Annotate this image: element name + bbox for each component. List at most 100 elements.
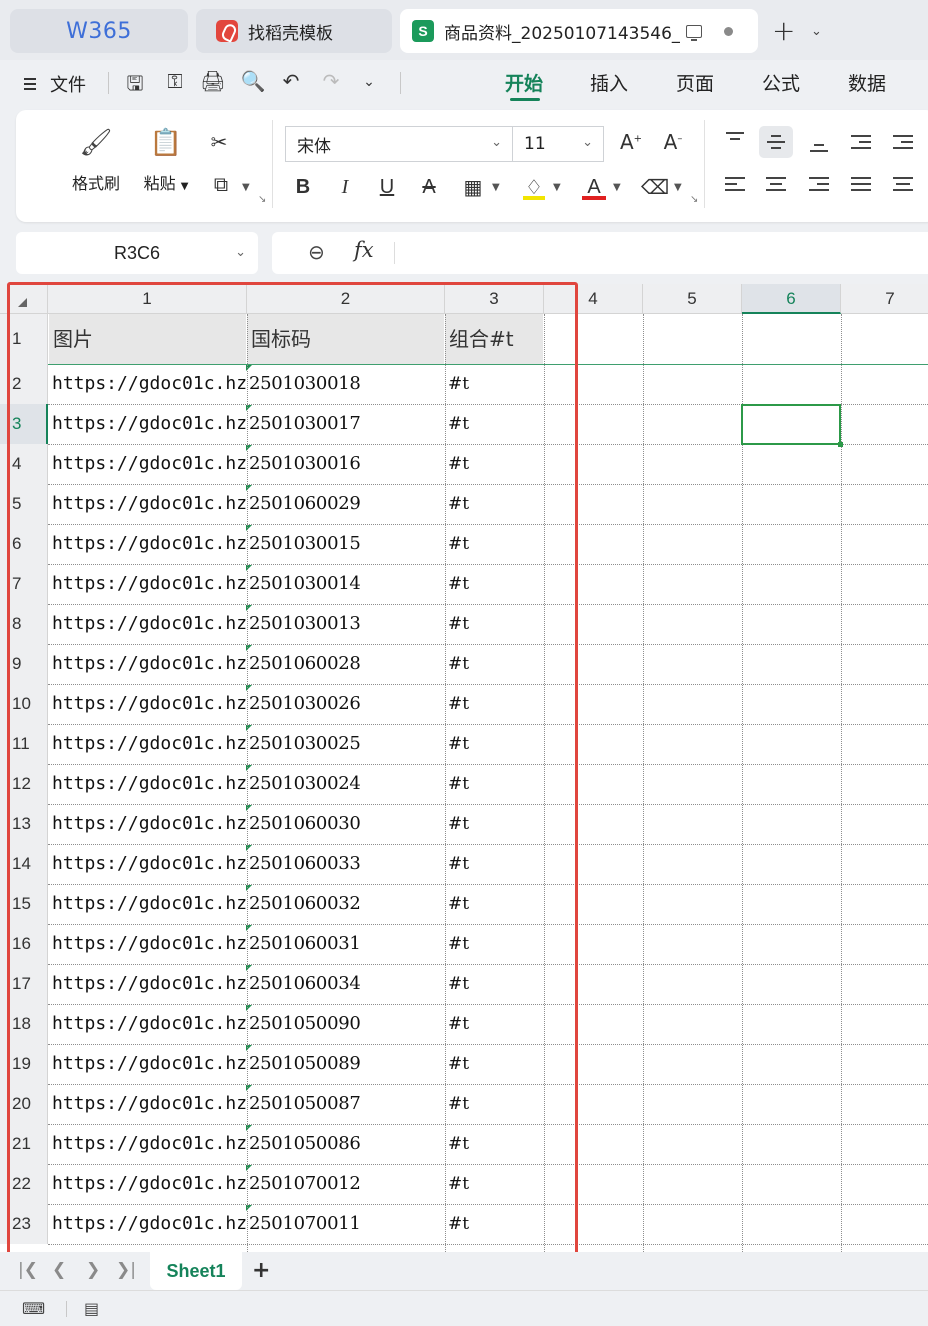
sheet-view-icon[interactable]: ▤ bbox=[84, 1299, 99, 1318]
combo-tag-cell[interactable]: #t bbox=[445, 604, 543, 644]
combo-tag-cell[interactable]: #t bbox=[445, 564, 543, 604]
row-header[interactable]: 8 bbox=[0, 604, 48, 644]
align-left-icon[interactable] bbox=[718, 168, 752, 200]
combo-tag-cell[interactable]: #t bbox=[445, 444, 543, 484]
gb-code-cell[interactable]: 2501050086 bbox=[247, 1124, 444, 1164]
combo-tag-cell[interactable]: #t bbox=[445, 364, 543, 404]
column-header[interactable]: 7 bbox=[841, 284, 928, 314]
gb-code-cell[interactable]: 2501060028 bbox=[247, 644, 444, 684]
border-icon[interactable]: ▦ bbox=[458, 172, 488, 202]
row-header[interactable]: 14 bbox=[0, 844, 48, 884]
gb-code-cell[interactable]: 2501030026 bbox=[247, 684, 444, 724]
cut-icon[interactable]: ✂ bbox=[205, 130, 233, 154]
save-icon[interactable]: 🖫 bbox=[122, 69, 148, 103]
column-header[interactable]: 3 bbox=[445, 284, 544, 314]
gb-code-cell[interactable]: 2501030015 bbox=[247, 524, 444, 564]
font-launcher-icon[interactable]: ↘ bbox=[690, 194, 698, 205]
gb-code-cell[interactable]: 2501060031 bbox=[247, 924, 444, 964]
print-icon[interactable]: 🖨 bbox=[200, 69, 226, 93]
image-url-cell[interactable]: https://gdoc01c.hz bbox=[49, 524, 246, 564]
export-icon[interactable]: ⚿ bbox=[162, 69, 188, 93]
image-url-cell[interactable]: https://gdoc01c.hz bbox=[49, 604, 246, 644]
image-url-cell[interactable]: https://gdoc01c.hz bbox=[49, 444, 246, 484]
column-header-selected[interactable]: 6 bbox=[742, 284, 841, 314]
monitor-icon[interactable] bbox=[686, 24, 702, 41]
gb-code-cell[interactable]: 2501050090 bbox=[247, 1004, 444, 1044]
image-url-cell[interactable]: https://gdoc01c.hz bbox=[49, 804, 246, 844]
row-header[interactable]: 6 bbox=[0, 524, 48, 564]
align-top-icon[interactable] bbox=[718, 126, 752, 158]
gb-code-cell[interactable]: 2501060029 bbox=[247, 484, 444, 524]
gb-code-cell[interactable]: 2501060030 bbox=[247, 804, 444, 844]
row-header[interactable]: 21 bbox=[0, 1124, 48, 1164]
row-header[interactable]: 1 bbox=[0, 314, 48, 364]
strikethrough-icon[interactable]: A bbox=[414, 172, 444, 202]
decrease-font-icon[interactable]: A– bbox=[659, 130, 687, 154]
combo-tag-cell[interactable]: #t bbox=[445, 804, 543, 844]
zoom-out-icon[interactable]: ⊖ bbox=[308, 240, 325, 264]
print-preview-icon[interactable]: 🔍 bbox=[240, 69, 266, 93]
last-sheet-icon[interactable]: ❯| bbox=[116, 1260, 136, 1280]
row-header[interactable]: 18 bbox=[0, 1004, 48, 1044]
row-header[interactable]: 11 bbox=[0, 724, 48, 764]
row-header[interactable]: 16 bbox=[0, 924, 48, 964]
active-cell-R3C6[interactable] bbox=[741, 404, 843, 447]
gb-code-cell[interactable]: 2501060034 bbox=[247, 964, 444, 1004]
next-sheet-icon[interactable]: ❯ bbox=[86, 1260, 100, 1280]
combo-tag-cell[interactable]: #t bbox=[445, 484, 543, 524]
row-header[interactable]: 5 bbox=[0, 484, 48, 524]
row-header[interactable]: 2 bbox=[0, 364, 48, 404]
combo-tag-cell[interactable]: #t bbox=[445, 524, 543, 564]
align-right-icon[interactable] bbox=[802, 168, 836, 200]
row-header[interactable]: 7 bbox=[0, 564, 48, 604]
gb-code-cell[interactable]: 2501030024 bbox=[247, 764, 444, 804]
prev-sheet-icon[interactable]: ❮ bbox=[52, 1260, 66, 1280]
combo-tag-cell[interactable]: #t bbox=[445, 924, 543, 964]
combo-tag-cell[interactable]: #t bbox=[445, 1204, 543, 1244]
combo-tag-cell[interactable]: #t bbox=[445, 1124, 543, 1164]
row-header[interactable]: 12 bbox=[0, 764, 48, 804]
gb-code-cell[interactable]: 2501050089 bbox=[247, 1044, 444, 1084]
more-chevron-icon[interactable]: ⌄ bbox=[356, 74, 382, 90]
gb-code-cell[interactable]: 2501030016 bbox=[247, 444, 444, 484]
header-cell-combo[interactable]: 组合#t bbox=[445, 314, 543, 364]
border-dropdown-icon[interactable]: ▼ bbox=[492, 182, 500, 193]
image-url-cell[interactable]: https://gdoc01c.hz bbox=[49, 884, 246, 924]
combo-tag-cell[interactable]: #t bbox=[445, 1044, 543, 1084]
gb-code-cell[interactable]: 2501070012 bbox=[247, 1164, 444, 1204]
sheet-tab-sheet1[interactable]: Sheet1 bbox=[150, 1252, 242, 1290]
column-header[interactable]: 2 bbox=[247, 284, 445, 314]
image-url-cell[interactable]: https://gdoc01c.hz bbox=[49, 964, 246, 1004]
gb-code-cell[interactable]: 2501030013 bbox=[247, 604, 444, 644]
tab-insert[interactable]: 插入 bbox=[590, 69, 628, 96]
tab-formula[interactable]: 公式 bbox=[762, 69, 800, 96]
row-header[interactable]: 22 bbox=[0, 1164, 48, 1204]
gb-code-cell[interactable]: 2501070011 bbox=[247, 1204, 444, 1244]
file-menu[interactable]: 文件 bbox=[24, 71, 86, 97]
combo-tag-cell[interactable]: #t bbox=[445, 764, 543, 804]
row-header[interactable]: 17 bbox=[0, 964, 48, 1004]
combo-tag-cell[interactable]: #t bbox=[445, 964, 543, 1004]
tab-data[interactable]: 数据 bbox=[848, 69, 886, 96]
image-url-cell[interactable]: https://gdoc01c.hz bbox=[49, 644, 246, 684]
justify-icon[interactable] bbox=[844, 168, 878, 200]
image-url-cell[interactable]: https://gdoc01c.hz bbox=[49, 484, 246, 524]
combo-tag-cell[interactable]: #t bbox=[445, 844, 543, 884]
bold-icon[interactable]: B bbox=[288, 172, 318, 202]
fill-dropdown-icon[interactable]: ▼ bbox=[553, 182, 561, 193]
image-url-cell[interactable]: https://gdoc01c.hz bbox=[49, 1124, 246, 1164]
row-header[interactable]: 4 bbox=[0, 444, 48, 484]
outdent-icon[interactable] bbox=[844, 126, 878, 158]
header-cell-gb-code[interactable]: 国标码 bbox=[247, 314, 444, 364]
row-header[interactable]: 3 bbox=[0, 404, 48, 444]
italic-icon[interactable]: I bbox=[330, 172, 360, 202]
copy-dropdown-icon[interactable]: ▼ bbox=[242, 182, 250, 193]
gb-code-cell[interactable]: 2501030014 bbox=[247, 564, 444, 604]
image-url-cell[interactable]: https://gdoc01c.hz bbox=[49, 1204, 246, 1244]
document-tab[interactable]: S 商品资料_20250107143546_ bbox=[400, 9, 758, 53]
image-url-cell[interactable]: https://gdoc01c.hz bbox=[49, 684, 246, 724]
paste-button[interactable]: 📋 粘贴 ▼ bbox=[136, 128, 196, 194]
column-header[interactable]: 5 bbox=[643, 284, 742, 314]
image-url-cell[interactable]: https://gdoc01c.hz bbox=[49, 1004, 246, 1044]
image-url-cell[interactable]: https://gdoc01c.hz bbox=[49, 724, 246, 764]
